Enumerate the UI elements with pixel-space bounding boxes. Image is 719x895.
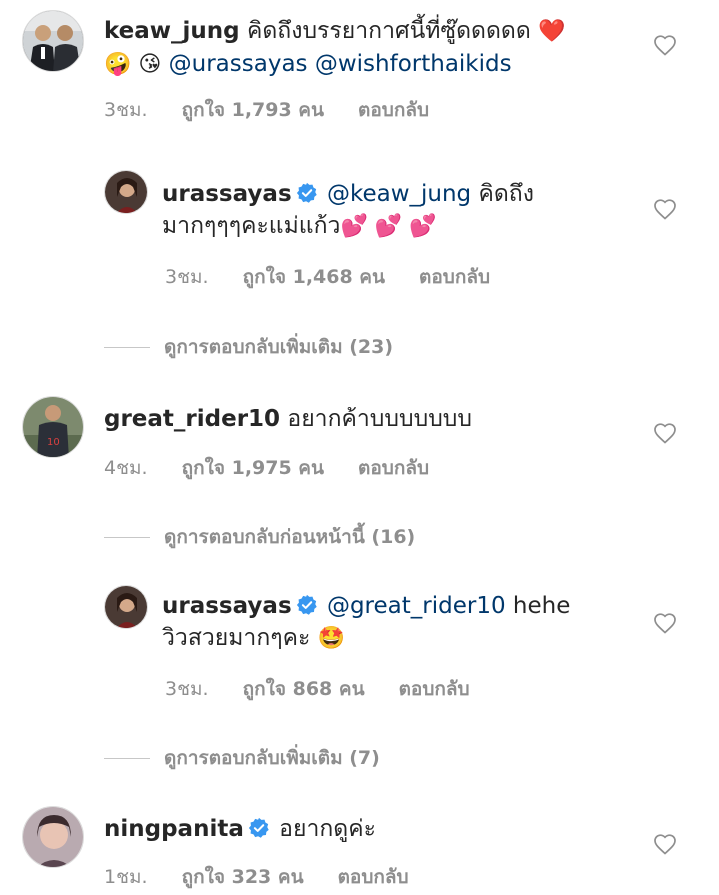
heart-emoji: ❤️ <box>538 19 566 44</box>
comment-body-line2: มากๆๆๆคะแม่แก้ว <box>162 213 341 239</box>
view-previous-replies-label[interactable]: ดูการตอบกลับก่อนหน้านี้ (16) <box>164 522 415 552</box>
heart-outline-icon[interactable] <box>653 422 677 446</box>
comment-body: อยากค้าบบบบบบบ <box>287 406 473 432</box>
timestamp: 1ชม. <box>104 866 148 888</box>
timestamp: 4ชม. <box>104 457 148 479</box>
comment-meta: 3ชม. ถูกใจ 1,793 คน ตอบกลับ <box>104 95 429 125</box>
comment-text: great_rider10 อยากค้าบบบบบบบ <box>104 403 644 435</box>
heart-outline-icon[interactable] <box>653 833 677 857</box>
timestamp: 3ชม. <box>104 99 148 121</box>
face-emojis: 🤪 😘 <box>104 52 162 77</box>
view-more-replies-label[interactable]: ดูการตอบกลับเพิ่มเติม (7) <box>164 743 380 773</box>
reply-button[interactable]: ตอบกลับ <box>338 862 409 892</box>
view-previous-replies[interactable]: ดูการตอบกลับก่อนหน้านี้ (16) <box>104 522 415 552</box>
verified-badge-icon <box>296 182 317 203</box>
username[interactable]: urassayas <box>162 593 292 619</box>
avatar-photo-icon <box>105 171 147 213</box>
divider-line <box>104 346 150 348</box>
comment-body-line2: วิวสวยมากๆคะ <box>162 625 311 651</box>
timestamp: 3ชม. <box>165 266 209 288</box>
avatar-photo-icon <box>23 807 83 867</box>
heart-outline-icon[interactable] <box>653 198 677 222</box>
avatar[interactable] <box>22 10 84 72</box>
avatar-photo-icon <box>105 586 147 628</box>
verified-badge-icon <box>248 817 269 838</box>
timestamp: 3ชม. <box>165 678 209 700</box>
comment-text: keaw_jung คิดถึงบรรยากาศนี้ที่ซู๊ดดดดด ❤… <box>104 15 644 81</box>
comment-meta: 4ชม. ถูกใจ 1,975 คน ตอบกลับ <box>104 453 429 483</box>
reply-button[interactable]: ตอบกลับ <box>399 674 470 704</box>
reply-button[interactable]: ตอบกลับ <box>358 453 429 483</box>
svg-text:10: 10 <box>47 437 60 448</box>
username[interactable]: urassayas <box>162 181 292 207</box>
star-struck-emoji: 🤩 <box>317 626 346 651</box>
reply-button[interactable]: ตอบกลับ <box>358 95 429 125</box>
like-count[interactable]: ถูกใจ 1,468 คน <box>243 262 385 292</box>
avatar[interactable] <box>22 806 84 868</box>
view-more-replies[interactable]: ดูการตอบกลับเพิ่มเติม (23) <box>104 332 393 362</box>
view-more-replies-label[interactable]: ดูการตอบกลับเพิ่มเติม (23) <box>164 332 393 362</box>
avatar-photo-icon <box>23 11 83 71</box>
comment-text: ningpanita อยากดูค่ะ <box>104 813 644 845</box>
comment-meta: 3ชม. ถูกใจ 1,468 คน ตอบกลับ <box>165 262 490 292</box>
mention-link[interactable]: @great_rider10 <box>327 593 506 619</box>
verified-badge-icon <box>296 594 317 615</box>
mention-link[interactable]: @wishforthaikids <box>315 51 512 77</box>
comment-text: urassayas @keaw_jung คิดถึง มากๆๆๆคะแม่แ… <box>162 178 622 243</box>
avatar[interactable] <box>104 585 148 629</box>
like-count[interactable]: ถูกใจ 323 คน <box>182 862 304 892</box>
like-count[interactable]: ถูกใจ 1,975 คน <box>182 453 324 483</box>
comment-text: urassayas @great_rider10 hehe วิวสวยมากๆ… <box>162 590 622 655</box>
username[interactable]: great_rider10 <box>104 406 280 432</box>
divider-line <box>104 757 150 759</box>
comment-body: คิดถึง <box>478 181 534 207</box>
avatar[interactable]: 10 <box>22 396 84 458</box>
heart-outline-icon[interactable] <box>653 612 677 636</box>
username[interactable]: ningpanita <box>104 816 244 842</box>
view-more-replies[interactable]: ดูการตอบกลับเพิ่มเติม (7) <box>104 743 380 773</box>
mention-link[interactable]: @urassayas <box>169 51 308 77</box>
comment-body: hehe <box>512 593 571 619</box>
like-count[interactable]: ถูกใจ 868 คน <box>243 674 365 704</box>
comment-meta: 1ชม. ถูกใจ 323 คน ตอบกลับ <box>104 862 409 892</box>
comment-body: อยากดูค่ะ <box>279 816 376 842</box>
heart-outline-icon[interactable] <box>653 34 677 58</box>
avatar[interactable] <box>104 170 148 214</box>
hearts-emoji: 💕 💕 💕 <box>340 214 437 239</box>
like-count[interactable]: ถูกใจ 1,793 คน <box>182 95 324 125</box>
reply-button[interactable]: ตอบกลับ <box>419 262 490 292</box>
comment-meta: 3ชม. ถูกใจ 868 คน ตอบกลับ <box>165 674 470 704</box>
avatar-photo-icon: 10 <box>23 397 83 457</box>
divider-line <box>104 536 150 538</box>
comment-body: คิดถึงบรรยากาศนี้ที่ซู๊ดดดดด <box>246 18 531 44</box>
mention-link[interactable]: @keaw_jung <box>327 181 471 207</box>
username[interactable]: keaw_jung <box>104 18 240 44</box>
